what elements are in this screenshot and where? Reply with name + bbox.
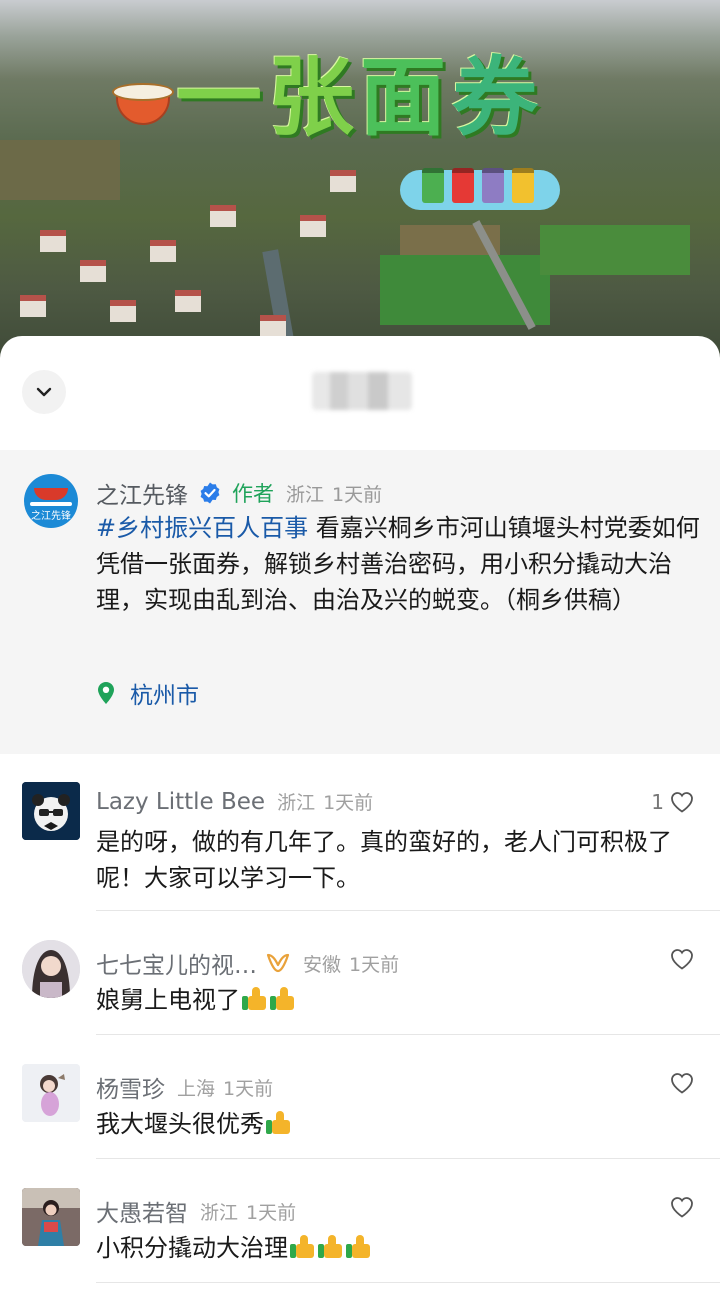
comment-text: 小积分撬动大治理 xyxy=(96,1234,288,1262)
avatar[interactable]: 之江先锋 xyxy=(24,474,78,528)
comment-header: 七七宝儿的视… 安徽 1天前 xyxy=(96,946,399,980)
house xyxy=(150,240,176,262)
title-char: 一 xyxy=(176,48,262,148)
comment-text: 是的呀，做的有几年了。真的蛮好的，老人门可积极了呢！大家可以学习一下。 xyxy=(96,828,672,892)
avatar[interactable] xyxy=(22,940,80,998)
house xyxy=(330,170,356,192)
recycle-bins-icon xyxy=(400,168,560,210)
author-name[interactable]: 之江先锋 xyxy=(96,476,188,510)
house xyxy=(260,315,286,337)
chevron-down-icon xyxy=(36,387,52,397)
location-link[interactable]: 杭州市 xyxy=(96,676,199,710)
post-region: 浙江 xyxy=(286,483,325,506)
comment-text-row: 我大堰头很优秀 xyxy=(96,1106,706,1142)
comment-time: 1天前 xyxy=(246,1201,297,1224)
thumbs-up-emoji xyxy=(290,1234,316,1260)
comment-time: 1天前 xyxy=(223,1077,274,1100)
heart-outline-icon xyxy=(671,792,693,813)
house xyxy=(175,290,201,312)
like-button[interactable] xyxy=(664,1196,694,1218)
thumbs-up-emoji xyxy=(346,1234,372,1260)
house xyxy=(40,230,66,252)
location-text: 杭州市 xyxy=(130,683,199,709)
post-author-row: 之江先锋 作者 浙江 1天前 xyxy=(96,476,382,510)
post-text: #乡村振兴百人百事 看嘉兴桐乡市河山镇堰头村党委如何凭借一张面券，解锁乡村善治密… xyxy=(96,510,706,618)
comment-time: 1天前 xyxy=(323,792,374,814)
like-count: 1 xyxy=(651,790,664,814)
comment-region: 浙江 xyxy=(277,792,316,814)
comment-text-row: 小积分撬动大治理 xyxy=(96,1230,706,1266)
comment-text-row: 娘舅上电视了 xyxy=(96,982,706,1018)
author-tag: 作者 xyxy=(232,482,274,506)
location-pin-icon xyxy=(98,682,114,704)
divider xyxy=(96,910,720,911)
heart-outline-icon xyxy=(671,1197,693,1218)
comment-header: Lazy Little Bee 浙江 1天前 xyxy=(96,788,373,815)
house xyxy=(110,300,136,322)
divider xyxy=(96,1158,720,1159)
comment-time: 1天前 xyxy=(349,953,400,976)
heart-outline-icon xyxy=(671,1073,693,1094)
blurred-sheet-title xyxy=(312,372,412,410)
comment-text: 娘舅上电视了 xyxy=(96,986,240,1014)
banner-title: 一 张 面 券 xyxy=(110,55,544,141)
like-button[interactable] xyxy=(664,1072,694,1094)
post-time: 1天前 xyxy=(332,483,383,506)
field xyxy=(540,225,690,275)
vip-badge-icon xyxy=(266,953,290,973)
avatar[interactable] xyxy=(22,782,80,840)
comment-header: 大愚若智 浙江 1天前 xyxy=(96,1194,296,1228)
comment-region: 上海 xyxy=(177,1077,216,1100)
house xyxy=(300,215,326,237)
avatar-text: 之江先锋 xyxy=(31,511,71,522)
house xyxy=(210,205,236,227)
like-button[interactable]: 1 xyxy=(651,790,694,814)
divider xyxy=(96,1282,720,1283)
collapse-button[interactable] xyxy=(22,370,66,414)
avatar[interactable] xyxy=(22,1188,80,1246)
noodle-bowl-icon xyxy=(110,67,174,129)
thumbs-up-emoji xyxy=(242,986,268,1012)
divider xyxy=(96,1034,720,1035)
house xyxy=(80,260,106,282)
comment-author[interactable]: 杨雪珍 xyxy=(96,1070,165,1104)
thumbs-up-emoji xyxy=(266,1110,292,1136)
comment-region: 安徽 xyxy=(303,953,342,976)
original-post: 之江先锋 之江先锋 作者 浙江 1天前 #乡村振兴百人百事 看嘉兴桐乡市河山镇堰… xyxy=(0,450,720,754)
like-button[interactable] xyxy=(664,948,694,970)
title-char: 张 xyxy=(268,48,354,148)
comment-text: 我大堰头很优秀 xyxy=(96,1110,264,1138)
comment-author[interactable]: Lazy Little Bee xyxy=(96,789,265,815)
title-char: 券 xyxy=(452,48,538,148)
verified-badge-icon xyxy=(200,482,220,504)
video-banner[interactable]: 一 张 面 券 xyxy=(0,0,720,360)
comment-header: 杨雪珍 上海 1天前 xyxy=(96,1070,273,1104)
title-char: 面 xyxy=(360,48,446,148)
field xyxy=(0,140,120,200)
thumbs-up-emoji xyxy=(270,986,296,1012)
comment-author[interactable]: 七七宝儿的视… xyxy=(96,946,257,980)
hashtag-link[interactable]: #乡村振兴百人百事 xyxy=(96,514,308,542)
comment-region: 浙江 xyxy=(200,1201,239,1224)
heart-outline-icon xyxy=(671,949,693,970)
house xyxy=(20,295,46,317)
thumbs-up-emoji xyxy=(318,1234,344,1260)
avatar[interactable] xyxy=(22,1064,80,1122)
comment-author[interactable]: 大愚若智 xyxy=(96,1194,188,1228)
comment-sheet: 之江先锋 之江先锋 作者 浙江 1天前 #乡村振兴百人百事 看嘉兴桐乡市河山镇堰… xyxy=(0,336,720,1290)
